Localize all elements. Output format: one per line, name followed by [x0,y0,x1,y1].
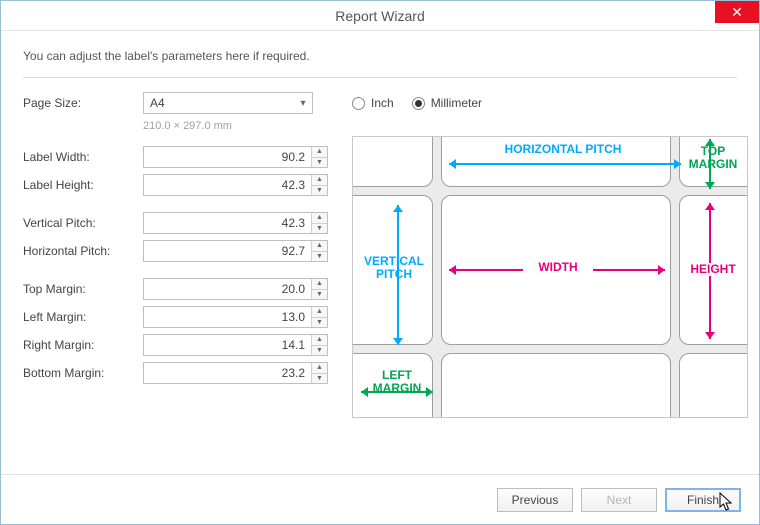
horizontal-pitch-spinner[interactable]: ▲▼ [143,240,328,262]
page-size-value: A4 [144,96,294,110]
left-margin-spinner[interactable]: ▲▼ [143,306,328,328]
left-margin-text: LEFT MARGIN [365,369,429,395]
left-margin-label: Left Margin: [23,310,143,324]
spin-up-icon[interactable]: ▲ [312,213,327,224]
bottom-margin-label: Bottom Margin: [23,366,143,380]
spin-down-icon[interactable]: ▼ [312,290,327,300]
right-margin-input[interactable] [144,335,311,355]
bottom-margin-spinner[interactable]: ▲▼ [143,362,328,384]
close-button[interactable]: ✕ [715,1,759,23]
top-margin-label: Top Margin: [23,282,143,296]
width-text: WIDTH [523,261,593,274]
label-height-input[interactable] [144,175,311,195]
report-wizard-window: Report Wizard ✕ You can adjust the label… [0,0,760,525]
titlebar: Report Wizard ✕ [1,1,759,31]
preview-label-rect [679,353,748,418]
page-size-select[interactable]: A4 ▾ [143,92,313,114]
spin-up-icon[interactable]: ▲ [312,335,327,346]
label-width-spinner[interactable]: ▲▼ [143,146,328,168]
label-height-spinner[interactable]: ▲▼ [143,174,328,196]
top-margin-text: TOP MARGIN [685,145,741,171]
spin-down-icon[interactable]: ▼ [312,252,327,262]
bottom-margin-input[interactable] [144,363,311,383]
separator [23,77,737,78]
page-size-label: Page Size: [23,96,143,110]
preview-column: Inch Millimeter [352,92,748,418]
intro-text: You can adjust the label's parameters he… [23,49,737,63]
unit-mm-label: Millimeter [431,96,482,110]
spin-down-icon[interactable]: ▼ [312,374,327,384]
page-size-dimensions: 210.0 × 297.0 mm [143,120,313,132]
vertical-pitch-label: Vertical Pitch: [23,216,143,230]
vertical-pitch-input[interactable] [144,213,311,233]
spin-up-icon[interactable]: ▲ [312,241,327,252]
horizontal-pitch-label: Horizontal Pitch: [23,244,143,258]
radio-icon [352,97,365,110]
top-margin-input[interactable] [144,279,311,299]
label-width-input[interactable] [144,147,311,167]
spin-up-icon[interactable]: ▲ [312,279,327,290]
vertical-pitch-text: VERTICAL PITCH [359,255,429,281]
vertical-pitch-spinner[interactable]: ▲▼ [143,212,328,234]
spin-up-icon[interactable]: ▲ [312,175,327,186]
unit-inch-label: Inch [371,96,394,110]
label-width-label: Label Width: [23,150,143,164]
spin-down-icon[interactable]: ▼ [312,186,327,196]
next-button: Next [581,488,657,512]
wizard-footer: Previous Next Finish [1,474,759,524]
preview-label-rect [352,136,433,187]
spin-down-icon[interactable]: ▼ [312,318,327,328]
window-title: Report Wizard [335,8,424,24]
spin-down-icon[interactable]: ▼ [312,346,327,356]
height-text: HEIGHT [685,263,741,276]
spin-up-icon[interactable]: ▲ [312,147,327,158]
horizontal-pitch-input[interactable] [144,241,311,261]
previous-button[interactable]: Previous [497,488,573,512]
top-margin-spinner[interactable]: ▲▼ [143,278,328,300]
horizontal-pitch-text: HORIZONTAL PITCH [493,143,633,156]
spin-up-icon[interactable]: ▲ [312,307,327,318]
close-icon: ✕ [731,4,743,21]
preview-label-rect [441,353,671,418]
horizontal-pitch-arrow [449,163,681,165]
spin-down-icon[interactable]: ▼ [312,224,327,234]
radio-icon [412,97,425,110]
right-margin-spinner[interactable]: ▲▼ [143,334,328,356]
label-layout-preview: HORIZONTAL PITCH TOP MARGIN VERTICAL PIT… [352,136,748,418]
right-margin-label: Right Margin: [23,338,143,352]
left-margin-input[interactable] [144,307,311,327]
unit-select-group: Inch Millimeter [352,92,748,114]
spin-up-icon[interactable]: ▲ [312,363,327,374]
unit-millimeter-radio[interactable]: Millimeter [412,96,482,110]
label-height-label: Label Height: [23,178,143,192]
finish-button[interactable]: Finish [665,488,741,512]
parameters-form: Page Size: A4 ▾ 210.0 × 297.0 mm Label W… [23,92,328,418]
unit-inch-radio[interactable]: Inch [352,96,394,110]
spin-down-icon[interactable]: ▼ [312,158,327,168]
chevron-down-icon: ▾ [294,98,312,109]
